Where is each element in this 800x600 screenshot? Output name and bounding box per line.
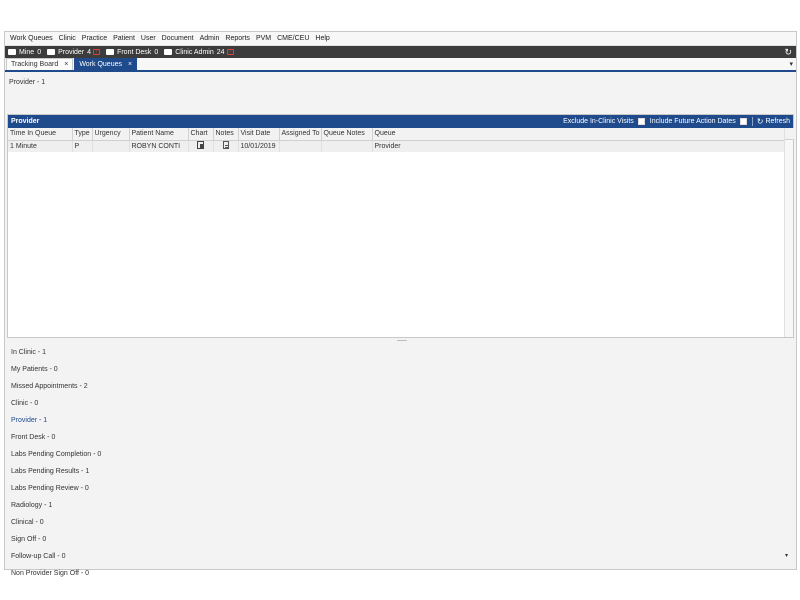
queue-count: 24 [216,48,225,56]
inbox-icon [164,49,173,55]
menu-work-queues[interactable]: Work Queues [7,35,56,42]
cell-chart [188,140,214,152]
panel-title: Provider [11,118,40,125]
cell-queue-notes [321,140,373,152]
table-row[interactable]: 1 Minute P ROBYN CONTI 10/01/2019 Provid… [8,140,786,152]
divider [751,117,753,126]
chart-icon[interactable] [197,141,204,150]
column-header[interactable]: Chart [188,128,214,141]
tab-bar: Tracking Board × Work Queues × ▾ [5,58,796,72]
inbox-icon [106,49,115,55]
column-header[interactable]: Notes [213,128,239,141]
include-future-checkbox[interactable] [739,118,747,125]
queue-label: Mine [19,48,35,56]
queue-label: Front Desk [117,48,152,56]
tab-label: Tracking Board [11,61,59,68]
column-header[interactable]: Queue [372,128,786,141]
panel-header: Provider Exclude In-Clinic Visits Includ… [8,115,793,128]
menu-user[interactable]: User [138,35,159,42]
cell-assigned-to [279,140,322,152]
queue-list-item[interactable]: Labs Pending Results - 1 [11,463,101,480]
menu-practice[interactable]: Practice [79,35,110,42]
include-label: Include Future Action Dates [649,118,736,125]
inbox-icon [8,49,16,55]
queue-list-item[interactable]: Front Desk - 0 [11,429,101,446]
inbox-icon [47,49,56,55]
chevron-down-icon[interactable]: ▾ [789,60,793,68]
queue-mine[interactable]: Mine 0 [8,49,41,56]
column-header[interactable]: Assigned To [279,128,322,141]
cell-notes [213,140,239,152]
close-icon[interactable]: × [128,61,132,68]
queue-front-desk[interactable]: Front Desk 0 [106,49,158,56]
refresh-label: Refresh [765,118,790,125]
tab-work-queues[interactable]: Work Queues × [74,58,138,70]
queue-list-item[interactable]: Missed Appointments - 2 [11,378,101,395]
cell-patient-name: ROBYN CONTI [129,140,189,152]
queue-list: In Clinic - 1 My Patients - 0 Missed App… [11,344,101,582]
menu-clinic[interactable]: Clinic [56,35,79,42]
column-header[interactable]: Urgency [92,128,130,141]
queue-list-item[interactable]: In Clinic - 1 [11,344,101,361]
notes-icon[interactable] [222,141,229,150]
queue-list-item[interactable]: Clinic - 0 [11,395,101,412]
menu-help[interactable]: Help [312,35,332,42]
queue-list-item[interactable]: Follow-up Call - 0 [11,548,101,565]
vertical-scrollbar[interactable] [784,128,794,337]
column-header[interactable]: Type [72,128,93,141]
provider-panel: Provider Exclude In-Clinic Visits Includ… [7,114,794,338]
queue-list-item-active[interactable]: Provider - 1 [11,412,101,429]
queue-label: Clinic Admin [175,48,214,56]
splitter[interactable] [7,339,794,342]
queue-list-item[interactable]: Labs Pending Completion - 0 [11,446,101,463]
column-header[interactable]: Time In Queue [8,128,73,141]
column-header[interactable]: Visit Date [238,128,280,141]
queue-label: Provider [58,48,85,56]
menu-bar: Work Queues Clinic Practice Patient User… [5,32,796,46]
refresh-icon: ↻ [756,117,764,126]
queue-bar: Mine 0 Provider 4 ! Front Desk 0 Clinic … [5,46,796,58]
queue-list-item[interactable]: Non Provider Sign Off - 0 [11,565,101,582]
app-window: Work Queues Clinic Practice Patient User… [4,31,797,577]
queue-table: Time In Queue Type Urgency Patient Name … [8,128,786,152]
queue-clinic-admin[interactable]: Clinic Admin 24 ! [164,48,234,56]
menu-document[interactable]: Document [159,35,197,42]
panel-options: Exclude In-Clinic Visits Include Future … [563,115,790,128]
close-icon[interactable]: × [64,61,68,68]
queue-count: 0 [154,48,159,56]
exclude-in-clinic-checkbox[interactable] [637,118,645,125]
menu-admin[interactable]: Admin [197,35,223,42]
scrollbar-header [785,128,794,140]
cell-visit-date: 10/01/2019 [238,140,280,152]
queue-list-item[interactable]: Radiology - 1 [11,497,101,514]
menu-cme-ceu[interactable]: CME/CEU [274,35,312,42]
column-header[interactable]: Queue Notes [321,128,373,141]
queue-list-item[interactable]: My Patients - 0 [11,361,101,378]
queue-list-item[interactable]: Sign Off - 0 [11,531,101,548]
queue-list-item[interactable]: Labs Pending Review - 0 [11,480,101,497]
refresh-icon[interactable]: ↻ [784,47,792,57]
exclude-label: Exclude In-Clinic Visits [563,118,634,125]
queue-count: 4 [87,48,92,56]
cell-type: P [72,140,93,152]
alert-icon: ! [93,49,101,55]
cell-time-in-queue: 1 Minute [8,140,73,152]
menu-reports[interactable]: Reports [222,35,253,42]
queue-list-item[interactable]: Clinical - 0 [11,514,101,531]
refresh-button[interactable]: ↻ Refresh [757,117,790,126]
queue-count: 0 [37,48,42,56]
alert-icon: ! [226,49,234,55]
page-title: Provider - 1 [9,79,46,86]
drag-handle-icon [397,340,407,341]
cell-urgency [92,140,130,152]
table-header-row: Time In Queue Type Urgency Patient Name … [8,128,786,141]
column-header[interactable]: Patient Name [129,128,189,141]
queue-provider[interactable]: Provider 4 ! [47,48,101,56]
tab-label: Work Queues [79,61,122,68]
menu-patient[interactable]: Patient [110,35,138,42]
chevron-down-icon[interactable]: ▾ [785,552,788,559]
tab-tracking-board[interactable]: Tracking Board × [6,58,74,70]
menu-pvm[interactable]: PVM [253,35,274,42]
cell-queue: Provider [372,140,786,152]
